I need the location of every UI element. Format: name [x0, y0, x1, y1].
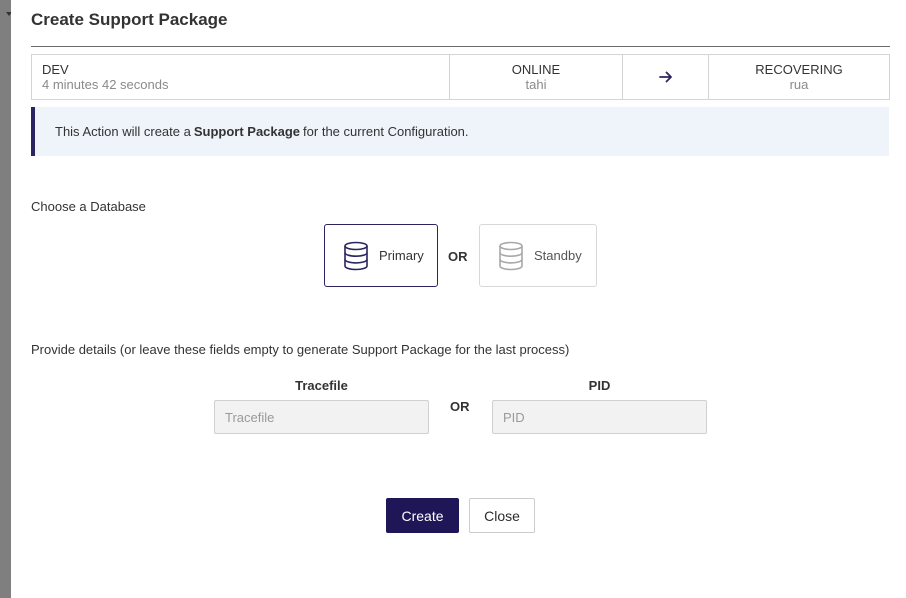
tracefile-label: Tracefile	[295, 378, 348, 393]
environment-name: DEV	[42, 62, 69, 77]
info-prefix: This Action will create a	[55, 124, 191, 139]
environment-uptime: 4 minutes 42 seconds	[42, 77, 169, 92]
info-message: This Action will create a Support Packag…	[31, 107, 889, 156]
choose-database-label: Choose a Database	[31, 199, 146, 214]
create-button[interactable]: Create	[386, 498, 459, 533]
database-option-label: Standby	[534, 248, 582, 263]
arrow-right-icon	[658, 71, 672, 83]
create-support-package-dialog: Create Support Package DEV 4 minutes 42 …	[11, 0, 906, 598]
database-icon	[344, 241, 368, 270]
database-or-separator: OR	[448, 249, 468, 264]
tracefile-input[interactable]	[214, 400, 429, 434]
primary-name: tahi	[525, 77, 547, 92]
database-icon	[499, 241, 523, 270]
standby-state: RECOVERING	[755, 62, 843, 77]
database-option-label: Primary	[379, 248, 424, 263]
details-or-separator: OR	[450, 399, 470, 414]
database-option-primary[interactable]: Primary	[324, 224, 438, 287]
primary-status-cell: ONLINE tahi	[450, 55, 623, 99]
title-divider	[31, 46, 890, 47]
modal-backdrop	[0, 0, 12, 598]
pid-label: PID	[588, 378, 611, 393]
environment-cell: DEV 4 minutes 42 seconds	[32, 55, 450, 99]
primary-state: ONLINE	[511, 62, 561, 77]
pid-input[interactable]	[492, 400, 707, 434]
configuration-status-bar: DEV 4 minutes 42 seconds ONLINE tahi REC…	[31, 54, 890, 100]
close-button[interactable]: Close	[469, 498, 535, 533]
dialog-title: Create Support Package	[31, 10, 228, 29]
provide-details-label: Provide details (or leave these fields e…	[31, 342, 570, 357]
info-highlight: Support Package	[193, 124, 301, 139]
standby-status-cell: RECOVERING rua	[709, 55, 889, 99]
info-suffix: for the current Configuration.	[303, 124, 469, 139]
transition-cell	[623, 55, 709, 99]
database-option-standby[interactable]: Standby	[479, 224, 597, 287]
standby-name: rua	[789, 77, 809, 92]
